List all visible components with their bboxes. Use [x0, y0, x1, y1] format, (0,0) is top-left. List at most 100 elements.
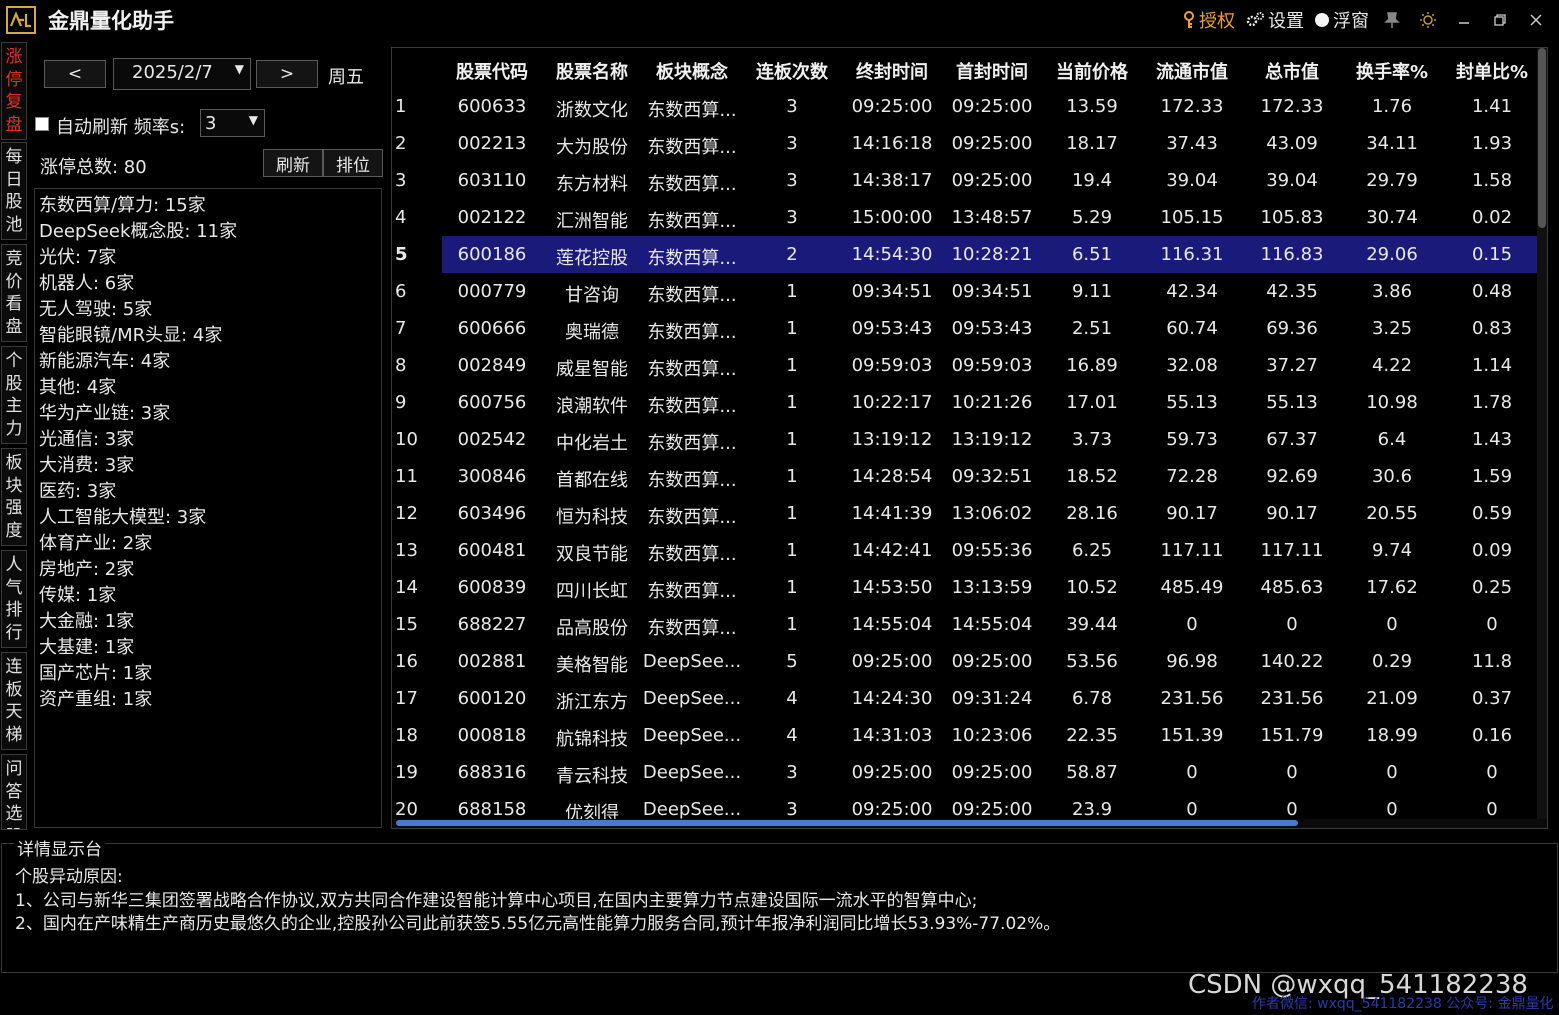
- sector-item[interactable]: 新能源汽车: 4家: [39, 349, 381, 375]
- table-row[interactable]: 9 600756 浪潮软件 东数西算... 1 10:22:17 10:21:26 17.01…: [392, 384, 1547, 421]
- auth-button[interactable]: 授权: [1182, 7, 1235, 33]
- refresh-button[interactable]: 刷新: [263, 149, 323, 177]
- table-row[interactable]: 19 688316 青云科技 DeepSee... 3 09:25:00 09:25:00 5…: [392, 754, 1547, 791]
- sector-item[interactable]: 智能眼镜/MR头显: 4家: [39, 323, 381, 349]
- tab-stock-main-force[interactable]: 个股主力: [1, 346, 27, 444]
- sector-item[interactable]: 房地产: 2家: [39, 557, 381, 583]
- table-cell: 14:53:50: [851, 577, 933, 598]
- table-row[interactable]: 16 002881 美格智能 DeepSee... 5 09:25:00 09:25:00 5…: [392, 643, 1547, 680]
- tab-sector-strength[interactable]: 板块强度: [1, 448, 27, 546]
- minimize-button[interactable]: [1451, 7, 1477, 33]
- table-cell: 172.33: [1260, 96, 1324, 117]
- column-header[interactable]: 首封时间: [944, 58, 1040, 84]
- column-header[interactable]: 总市值: [1244, 58, 1340, 84]
- sector-item[interactable]: 无人驾驶: 5家: [39, 297, 381, 323]
- table-cell: 0.29: [1371, 651, 1413, 672]
- table-row[interactable]: 17 600120 浙江东方 DeepSee... 4 14:24:30 09:31:24 6…: [392, 680, 1547, 717]
- column-header[interactable]: 换手率%: [1344, 58, 1440, 84]
- sector-item[interactable]: 华为产业链: 3家: [39, 401, 381, 427]
- next-day-button[interactable]: >: [256, 60, 318, 88]
- sector-item[interactable]: 传媒: 1家: [39, 583, 381, 609]
- column-header[interactable]: 终封时间: [844, 58, 940, 84]
- horizontal-scroll-thumb[interactable]: [396, 820, 1298, 826]
- table-row[interactable]: 8 002849 威星智能 东数西算... 1 09:59:03 09:59:03 16.89…: [392, 347, 1547, 384]
- sector-item[interactable]: 体育产业: 2家: [39, 531, 381, 557]
- column-header[interactable]: 封单比%: [1444, 58, 1540, 84]
- table-row[interactable]: 7 600666 奥瑞德 东数西算... 1 09:53:43 09:53:43 2.51 60…: [392, 310, 1547, 347]
- app-title: 金鼎量化助手: [48, 9, 174, 33]
- column-header[interactable]: 流通市值: [1144, 58, 1240, 84]
- sector-item[interactable]: 人工智能大模型: 3家: [39, 505, 381, 531]
- table-row[interactable]: 12 603496 恒为科技 东数西算... 1 14:41:39 13:06:02 28.1…: [392, 495, 1547, 532]
- tab-qa-stock-picker[interactable]: 问答选股: [1, 754, 27, 830]
- table-row[interactable]: 6 000779 甘咨询 东数西算... 1 09:34:51 09:34:51 9.11 42…: [392, 273, 1547, 310]
- sector-item[interactable]: 光通信: 3家: [39, 427, 381, 453]
- theme-button[interactable]: [1415, 7, 1441, 33]
- sector-item[interactable]: 国产芯片: 1家: [39, 661, 381, 687]
- table-cell: 43.09: [1266, 133, 1318, 154]
- table-cell: 0.83: [1471, 318, 1513, 339]
- table-row[interactable]: 14 600839 四川长虹 东数西算... 1 14:53:50 13:13:59 10.5…: [392, 569, 1547, 606]
- table-cell: 688227: [457, 614, 527, 635]
- table-row[interactable]: 4 002122 汇洲智能 东数西算... 3 15:00:00 13:48:57 5.29 1…: [392, 199, 1547, 236]
- limit-up-table[interactable]: 股票代码 股票名称 板块概念 连板次数 终封时间 首封时间 当前价格 流通市值 总市值 换手率% 封…: [391, 47, 1548, 829]
- settings-button[interactable]: 设置: [1245, 7, 1304, 33]
- tab-auction-watch[interactable]: 竞价看盘: [1, 244, 27, 342]
- date-picker[interactable]: 2025/2/7 ▼: [113, 58, 251, 90]
- table-cell: 39.04: [1166, 170, 1218, 191]
- table-cell: 3: [786, 207, 798, 228]
- tab-limit-up-review[interactable]: 涨停复盘: [1, 42, 27, 140]
- sector-item[interactable]: 资产重组: 1家: [39, 687, 381, 713]
- sector-item[interactable]: 大基建: 1家: [39, 635, 381, 661]
- sector-item[interactable]: 医药: 3家: [39, 479, 381, 505]
- sector-item[interactable]: 其他: 4家: [39, 375, 381, 401]
- column-header[interactable]: 股票代码: [444, 58, 540, 84]
- column-header[interactable]: 连板次数: [744, 58, 840, 84]
- sector-item[interactable]: 机器人: 6家: [39, 271, 381, 297]
- sector-item[interactable]: 东数西算/算力: 15家: [39, 193, 381, 219]
- column-header[interactable]: 当前价格: [1044, 58, 1140, 84]
- table-cell: 13:48:57: [951, 207, 1033, 228]
- auto-refresh-checkbox[interactable]: [35, 117, 49, 131]
- horizontal-scrollbar[interactable]: [392, 819, 1547, 828]
- table-row[interactable]: 2 002213 大为股份 东数西算... 3 14:16:18 09:25:00 18.17…: [392, 125, 1547, 162]
- row-index: 15: [395, 614, 418, 635]
- vertical-scrollbar[interactable]: [1537, 48, 1547, 828]
- table-cell: 29.79: [1366, 170, 1418, 191]
- sector-item[interactable]: DeepSeek概念股: 11家: [39, 219, 381, 245]
- table-cell: 151.39: [1160, 725, 1224, 746]
- table-cell: 17.01: [1066, 392, 1118, 413]
- pin-button[interactable]: [1379, 7, 1405, 33]
- frequency-select[interactable]: 3 ▼: [200, 109, 265, 137]
- column-header[interactable]: 板块概念: [642, 58, 742, 84]
- table-cell: 09:59:03: [851, 355, 933, 376]
- table-row[interactable]: 18 000818 航锦科技 DeepSee... 4 14:31:03 10:23:06 2…: [392, 717, 1547, 754]
- sector-item[interactable]: 大消费: 3家: [39, 453, 381, 479]
- prev-day-button[interactable]: <: [44, 60, 106, 88]
- table-cell: 151.79: [1260, 725, 1324, 746]
- table-row[interactable]: 10 002542 中化岩土 东数西算... 1 13:19:12 13:19:12 3.73…: [392, 421, 1547, 458]
- maximize-button[interactable]: [1487, 7, 1513, 33]
- table-cell: 14:42:41: [851, 540, 933, 561]
- close-button[interactable]: [1523, 7, 1549, 33]
- tab-daily-pool[interactable]: 每日股池: [1, 142, 27, 240]
- table-row[interactable]: 1 600633 浙数文化 东数西算... 3 09:25:00 09:25:00 13.59…: [392, 88, 1547, 125]
- rank-button[interactable]: 排位: [323, 149, 383, 177]
- table-cell: 485.63: [1260, 577, 1324, 598]
- table-row[interactable]: 3 603110 东方材料 东数西算... 3 14:38:17 09:25:00 19.4 3…: [392, 162, 1547, 199]
- table-row[interactable]: 11 300846 首都在线 东数西算... 1 14:28:54 09:32:51 18.5…: [392, 458, 1547, 495]
- float-window-button[interactable]: 浮窗: [1314, 7, 1369, 33]
- table-row[interactable]: 13 600481 双良节能 东数西算... 1 14:42:41 09:55:36 6.25…: [392, 532, 1547, 569]
- sector-item[interactable]: 光伏: 7家: [39, 245, 381, 271]
- table-cell: DeepSee...: [642, 651, 742, 672]
- tab-popularity-rank[interactable]: 人气排行: [1, 550, 27, 648]
- tab-limit-ladder[interactable]: 连板天梯: [1, 652, 27, 750]
- vertical-scroll-thumb[interactable]: [1538, 48, 1546, 228]
- sector-item[interactable]: 大金融: 1家: [39, 609, 381, 635]
- float-label: 浮窗: [1333, 11, 1369, 32]
- table-row[interactable]: 15 688227 品高股份 东数西算... 1 14:55:04 14:55:04 39.4…: [392, 606, 1547, 643]
- sector-summary-list[interactable]: 东数西算/算力: 15家 DeepSeek概念股: 11家 光伏: 7家 机器人: 6…: [34, 188, 382, 828]
- table-row[interactable]: 5 600186 莲花控股 东数西算... 2 14:54:30 10:28:21 6.51 1…: [392, 236, 1547, 273]
- table-cell: 600481: [457, 540, 527, 561]
- column-header[interactable]: 股票名称: [544, 58, 640, 84]
